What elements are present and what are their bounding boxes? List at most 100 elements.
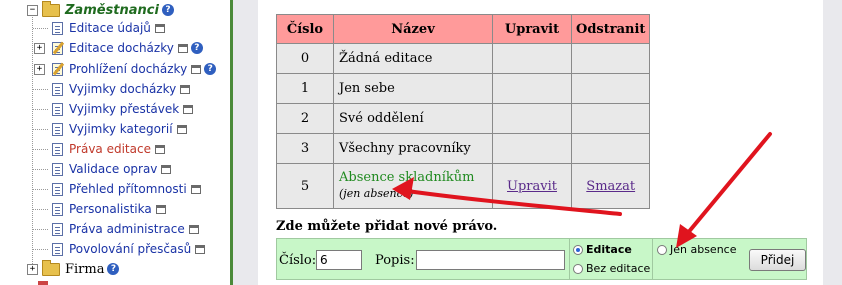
radio-editace[interactable] bbox=[573, 245, 583, 255]
folder-icon bbox=[42, 259, 60, 276]
popis-label: Popis: bbox=[375, 253, 415, 268]
row-name: Všechny pracovníky bbox=[333, 133, 493, 164]
sidebar-item-label[interactable]: Prohlížení docházky bbox=[69, 62, 187, 76]
new-window-icon[interactable] bbox=[161, 164, 172, 174]
help-icon[interactable]: ? bbox=[190, 42, 203, 54]
page-icon bbox=[52, 162, 63, 176]
page-icon bbox=[52, 82, 63, 96]
add-button[interactable]: Přidej bbox=[749, 249, 806, 271]
sidebar-item-label[interactable]: Personalistika bbox=[69, 202, 152, 216]
row-delete-cell: Smazat bbox=[570, 163, 651, 209]
edit-page-icon bbox=[52, 41, 63, 55]
radio-editace-option[interactable]: Editace bbox=[573, 243, 632, 256]
sidebar-item-label[interactable]: Editace docházky bbox=[69, 41, 174, 55]
row-delete-cell bbox=[570, 103, 651, 134]
checkbox-jen-absence-option[interactable]: Jen absence bbox=[657, 243, 737, 256]
table-row: 5 Absence skladníkům (jen absence) Uprav… bbox=[276, 163, 651, 209]
tree-node-zamestnanci[interactable]: − Zaměstnanci ? bbox=[0, 0, 174, 20]
sidebar-item-prohlizeni-dochazky[interactable]: + Prohlížení docházky ? bbox=[0, 59, 217, 79]
row-name: Žádná editace bbox=[333, 43, 493, 74]
help-icon[interactable]: ? bbox=[161, 4, 174, 16]
sidebar-item-editace-udaju[interactable]: Editace údajů bbox=[0, 18, 165, 38]
sidebar-item-prava-administrace[interactable]: Práva administrace bbox=[0, 219, 199, 239]
radio-jen-absence[interactable] bbox=[657, 245, 667, 255]
main-content: Číslo Název Upravit Odstranit 0 Žádná ed… bbox=[258, 0, 823, 285]
sidebar-item-prava-editace[interactable]: Práva editace bbox=[0, 139, 165, 159]
collapse-icon[interactable]: − bbox=[27, 5, 38, 16]
new-window-icon[interactable] bbox=[188, 224, 199, 234]
new-window-icon[interactable] bbox=[183, 104, 194, 114]
new-window-icon[interactable] bbox=[195, 244, 206, 254]
delete-link[interactable]: Smazat bbox=[586, 179, 635, 194]
add-right-heading: Zde můžete přidat nové právo. bbox=[276, 219, 498, 234]
sidebar-item-label[interactable]: Vyjimky přestávek bbox=[69, 102, 179, 116]
row-name-cell: Absence skladníkům (jen absence) bbox=[333, 163, 493, 209]
table-row: 3 Všechny pracovníky bbox=[276, 133, 651, 164]
new-window-icon[interactable] bbox=[176, 124, 187, 134]
sidebar-item-editace-dochazky[interactable]: + Editace docházky ? bbox=[0, 38, 203, 58]
radio-bez-editace[interactable] bbox=[573, 264, 583, 274]
sidebar-item-label[interactable]: Povolování přesčasů bbox=[69, 242, 191, 256]
row-edit-cell bbox=[492, 103, 572, 134]
page-icon bbox=[52, 242, 63, 256]
row-edit-cell bbox=[492, 43, 572, 74]
new-window-icon[interactable] bbox=[190, 184, 201, 194]
sidebar-item-validace-oprav[interactable]: Validace oprav bbox=[0, 159, 172, 179]
tree-label-firma[interactable]: Firma bbox=[65, 262, 104, 277]
row-delete-cell bbox=[570, 73, 651, 104]
sidebar-item-label[interactable]: Vyjimky kategorií bbox=[69, 122, 173, 136]
sidebar-item-vyjimky-kategorii[interactable]: Vyjimky kategorií bbox=[0, 119, 187, 139]
page-icon bbox=[52, 122, 63, 136]
new-window-icon[interactable] bbox=[154, 23, 165, 33]
page-icon bbox=[52, 21, 63, 35]
expand-icon[interactable]: + bbox=[34, 64, 45, 75]
radio-bez-editace-option[interactable]: Bez editace bbox=[573, 262, 650, 275]
sidebar-item-personalistika[interactable]: Personalistika bbox=[0, 199, 166, 219]
form-divider bbox=[652, 239, 653, 279]
edit-link[interactable]: Upravit bbox=[507, 179, 557, 194]
table-row: 2 Své oddělení bbox=[276, 103, 651, 134]
sidebar-item-label[interactable]: Přehled přítomnosti bbox=[69, 182, 187, 196]
sidebar-item-vyjimky-prestavek[interactable]: Vyjimky přestávek bbox=[0, 99, 194, 119]
popis-input[interactable] bbox=[416, 250, 565, 270]
add-right-form: Číslo: 6 Popis: Editace Bez editace Jen … bbox=[276, 238, 807, 280]
new-window-icon[interactable] bbox=[154, 144, 165, 154]
table-row: 1 Jen sebe bbox=[276, 73, 651, 104]
page-icon bbox=[52, 182, 63, 196]
sidebar-item-vyjimky-dochazky[interactable]: Vyjimky docházky bbox=[0, 79, 191, 99]
new-window-icon[interactable] bbox=[177, 43, 188, 53]
page-icon bbox=[52, 222, 63, 236]
sidebar-item-label[interactable]: Práva editace bbox=[69, 142, 151, 156]
sidebar-item-label[interactable]: Validace oprav bbox=[69, 162, 157, 176]
expand-icon[interactable]: + bbox=[34, 43, 45, 54]
cislo-input[interactable]: 6 bbox=[316, 250, 362, 270]
help-icon[interactable]: ? bbox=[204, 63, 217, 75]
sidebar-item-label[interactable]: Práva administrace bbox=[69, 222, 185, 236]
cislo-label: Číslo: bbox=[279, 253, 317, 268]
column-header-cislo: Číslo bbox=[276, 14, 334, 44]
sidebar-item-prehled-pritomnosti[interactable]: Přehled přítomnosti bbox=[0, 179, 201, 199]
new-window-icon[interactable] bbox=[191, 64, 202, 74]
edit-page-icon bbox=[52, 62, 63, 76]
row-number: 3 bbox=[276, 133, 334, 164]
sidebar-item-label[interactable]: Editace údajů bbox=[69, 21, 151, 35]
row-note: (jen absence) bbox=[339, 187, 414, 200]
form-divider bbox=[569, 239, 570, 279]
row-number: 1 bbox=[276, 73, 334, 104]
new-window-icon[interactable] bbox=[180, 84, 191, 94]
tree-node-firma[interactable]: + Firma ? bbox=[0, 259, 120, 279]
row-delete-cell bbox=[570, 133, 651, 164]
sidebar-item-povolovani-prescasu[interactable]: Povolování přesčasů bbox=[0, 239, 206, 259]
row-edit-cell bbox=[492, 73, 572, 104]
folder-icon bbox=[42, 0, 60, 17]
radio-editace-label: Editace bbox=[586, 243, 632, 256]
expand-icon[interactable]: + bbox=[27, 264, 38, 275]
help-icon[interactable]: ? bbox=[107, 263, 120, 275]
sidebar-item-label[interactable]: Vyjimky docházky bbox=[69, 82, 176, 96]
column-header-upravit: Upravit bbox=[492, 14, 572, 44]
tree-label-zamestnanci[interactable]: Zaměstnanci bbox=[65, 3, 159, 18]
row-number: 2 bbox=[276, 103, 334, 134]
row-name: Absence skladníkům bbox=[339, 170, 475, 185]
page-icon bbox=[52, 202, 63, 216]
new-window-icon[interactable] bbox=[155, 204, 166, 214]
